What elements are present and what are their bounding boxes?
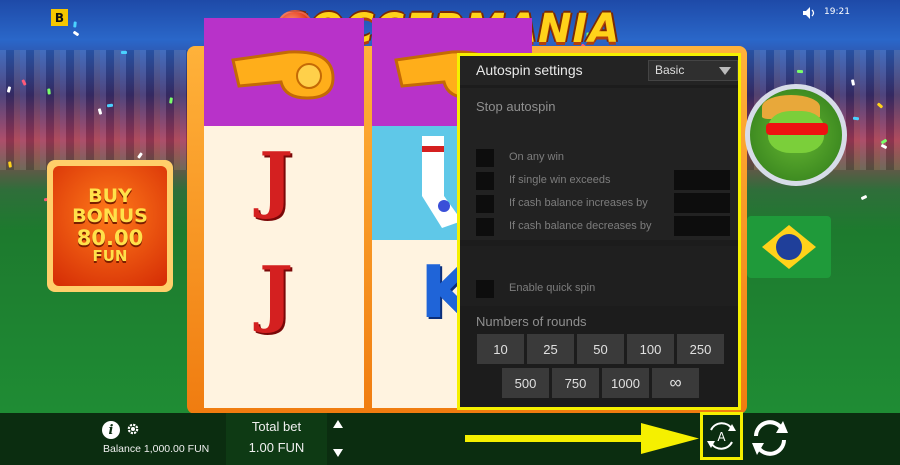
rounds-button-25[interactable]: 25 [527, 334, 574, 364]
option-balance-increases: If cash balance increases by [476, 193, 734, 213]
confetti-piece [73, 21, 77, 28]
option-label: If cash balance decreases by [509, 220, 652, 232]
clock: 19:21 [824, 7, 850, 17]
sound-icon[interactable] [803, 7, 817, 19]
reel-1: J J [204, 18, 364, 408]
gear-icon[interactable] [126, 422, 140, 436]
rounds-button-250[interactable]: 250 [677, 334, 724, 364]
whistle-symbol [204, 18, 364, 126]
letter-j-symbol: J [259, 136, 294, 221]
on-any-win-checkbox[interactable] [476, 149, 494, 167]
rounds-button-750[interactable]: 750 [552, 368, 599, 398]
mascot-avatar [745, 84, 847, 186]
confetti-piece [47, 88, 51, 95]
buy-bonus-button[interactable]: BUY BONUS 80.00 FUN [47, 160, 173, 292]
arrow-right-icon [465, 423, 699, 454]
total-bet-value: 1.00 FUN [248, 440, 305, 455]
autospin-icon: A [707, 422, 736, 450]
buy-bonus-line2: BONUS [72, 205, 148, 228]
quick-spin-checkbox[interactable] [476, 280, 494, 298]
confetti-piece [852, 116, 860, 121]
rounds-label: Numbers of rounds [476, 314, 587, 329]
whistle-icon [231, 50, 335, 100]
buy-bonus-price: 80.00 [76, 226, 144, 251]
info-icon[interactable]: i [102, 421, 120, 439]
rounds-button-1000[interactable]: 1000 [602, 368, 649, 398]
rounds-button-50[interactable]: 50 [577, 334, 624, 364]
mode-select[interactable]: Basic [648, 60, 738, 81]
option-balance-decreases: If cash balance decreases by [476, 216, 734, 236]
balance-increase-input[interactable] [674, 193, 730, 213]
brazil-flag-icon [747, 216, 831, 278]
rounds-button-500[interactable]: 500 [502, 368, 549, 398]
confetti-piece [121, 51, 127, 54]
letter-j-symbol: J [259, 250, 294, 335]
mode-select-value: Basic [655, 63, 685, 77]
option-label: On any win [509, 151, 565, 163]
autospin-button[interactable]: A [700, 412, 743, 460]
chevron-down-icon [719, 67, 731, 75]
spin-icon[interactable] [748, 416, 792, 460]
brand-badge: B [51, 9, 68, 26]
option-label: If single win exceeds [509, 174, 611, 186]
panel-title: Autospin settings [476, 62, 583, 78]
option-on-any-win: On any win [476, 149, 734, 167]
total-bet-label: Total bet [251, 419, 302, 434]
buy-bonus-line1: BUY [88, 185, 132, 208]
option-quick-spin: Enable quick spin [476, 280, 734, 298]
single-win-checkbox[interactable] [476, 172, 494, 190]
option-label: Enable quick spin [509, 282, 596, 294]
balance-decrease-input[interactable] [674, 216, 730, 236]
confetti-piece [796, 69, 804, 74]
buy-bonus-currency: FUN [92, 247, 128, 266]
bet-increase-button[interactable] [333, 420, 343, 428]
mascot-glasses [766, 123, 828, 135]
rounds-button-100[interactable]: 100 [627, 334, 674, 364]
option-label: If cash balance increases by [509, 197, 648, 209]
balance-decrease-checkbox[interactable] [476, 218, 494, 236]
balance-text: Balance 1,000.00 FUN [103, 443, 210, 455]
rounds-button-infinite[interactable]: ∞ [652, 368, 699, 398]
flag-globe [776, 234, 802, 260]
autospin-letter: A [717, 430, 726, 444]
option-single-win-exceeds: If single win exceeds [476, 170, 734, 190]
single-win-input[interactable] [674, 170, 730, 190]
quick-spin-section: Enable quick spin [460, 246, 738, 306]
stop-autospin-label: Stop autospin [476, 99, 556, 114]
autospin-settings-panel: Autospin settings Basic Stop autospin On… [457, 53, 741, 410]
stop-autospin-section: Stop autospin On any win If single win e… [460, 88, 738, 240]
balance-increase-checkbox[interactable] [476, 195, 494, 213]
panel-header: Autospin settings Basic [460, 56, 738, 85]
bet-decrease-button[interactable] [333, 449, 343, 457]
total-bet-box: Total bet 1.00 FUN [226, 413, 327, 465]
rounds-button-10[interactable]: 10 [477, 334, 524, 364]
